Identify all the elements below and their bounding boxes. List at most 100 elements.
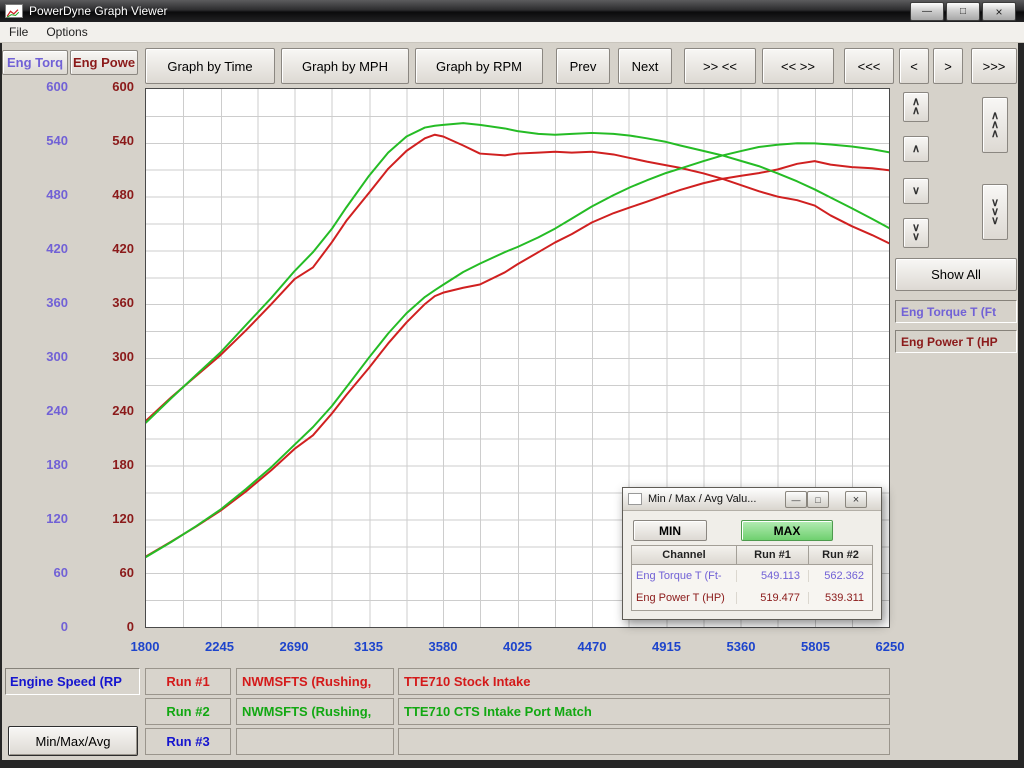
- y-tick-torque: 240: [4, 403, 68, 418]
- x-tick: 6250: [853, 639, 927, 654]
- y-tick-torque: 480: [4, 187, 68, 202]
- minmax-close-icon[interactable]: ×: [845, 491, 867, 508]
- y-tick-torque: 180: [4, 457, 68, 472]
- tab-eng-power[interactable]: Eng Powe: [70, 50, 138, 75]
- run-source: NWMSFTS (Rushing,: [236, 698, 394, 725]
- minmax-title-bar[interactable]: Min / Max / Avg Valu... — □ ×: [623, 488, 881, 511]
- graph-by-rpm-button[interactable]: Graph by RPM: [415, 48, 543, 84]
- power-scale-down-button[interactable]: ∨ ∨ ∨: [982, 184, 1008, 240]
- y-tick-torque: 360: [4, 295, 68, 310]
- run-label[interactable]: Run #3: [145, 728, 231, 755]
- x-tick: 2245: [183, 639, 257, 654]
- step-forward-button[interactable]: >: [933, 48, 963, 84]
- minmax-window-icon: [628, 493, 642, 505]
- y-tick-power: 300: [76, 349, 134, 364]
- minmax-run2-value: 562.362: [808, 570, 872, 582]
- minmax-table: Channel Run #1 Run #2 Eng Torque T (Ft-5…: [631, 545, 873, 611]
- minimize-icon[interactable]: —: [910, 2, 944, 21]
- minmax-minimize-icon[interactable]: —: [785, 491, 807, 508]
- window-title: PowerDyne Graph Viewer: [29, 4, 168, 18]
- x-tick: 3135: [332, 639, 406, 654]
- graph-by-mph-button[interactable]: Graph by MPH: [281, 48, 409, 84]
- y-tick-power: 240: [76, 403, 134, 418]
- step-back-button[interactable]: <: [899, 48, 929, 84]
- run-desc: TTE710 Stock Intake: [398, 668, 890, 695]
- y-tick-torque: 60: [4, 565, 68, 580]
- window-frame-bottom: [0, 760, 1024, 768]
- next-button[interactable]: Next: [618, 48, 672, 84]
- legend-eng-power[interactable]: Eng Power T (HP: [895, 330, 1017, 353]
- minmax-table-row: Eng Power T (HP)519.477539.311: [632, 587, 872, 609]
- app-icon: [5, 4, 23, 18]
- minmax-run2-value: 539.311: [808, 592, 872, 604]
- column-run2: Run #2: [808, 546, 872, 564]
- x-tick: 2690: [257, 639, 331, 654]
- minmax-table-header: Channel Run #1 Run #2: [632, 546, 872, 565]
- x-channel-button[interactable]: Engine Speed (RP: [5, 668, 140, 695]
- menu-bar: File Options: [0, 22, 1024, 43]
- y-tick-power: 180: [76, 457, 134, 472]
- y-tick-power: 360: [76, 295, 134, 310]
- y-tick-torque: 120: [4, 511, 68, 526]
- tab-eng-torque[interactable]: Eng Torq: [2, 50, 68, 75]
- x-tick: 4025: [481, 639, 555, 654]
- maximize-icon[interactable]: □: [946, 2, 980, 21]
- run-desc: [398, 728, 890, 755]
- x-tick: 4470: [555, 639, 629, 654]
- title-bar[interactable]: PowerDyne Graph Viewer — □ ×: [0, 0, 1024, 22]
- run-label[interactable]: Run #2: [145, 698, 231, 725]
- minmax-avg-button[interactable]: Min/Max/Avg: [8, 726, 138, 756]
- min-button[interactable]: MIN: [633, 520, 707, 541]
- y-tick-power: 0: [76, 619, 134, 634]
- legend-eng-torque[interactable]: Eng Torque T (Ft: [895, 300, 1017, 323]
- y-tick-torque: 600: [4, 79, 68, 94]
- torque-scale-up-button[interactable]: ∧: [903, 136, 929, 162]
- prev-button[interactable]: Prev: [556, 48, 610, 84]
- torque-scale-up-fast-button[interactable]: ∧ ∧: [903, 92, 929, 122]
- y-tick-torque: 300: [4, 349, 68, 364]
- minmax-restore-icon[interactable]: □: [807, 491, 829, 508]
- x-tick: 3580: [406, 639, 480, 654]
- window-controls: — □ ×: [910, 2, 1016, 21]
- x-tick: 1800: [108, 639, 182, 654]
- y-tick-power: 420: [76, 241, 134, 256]
- y-tick-power: 120: [76, 511, 134, 526]
- x-tick: 5360: [704, 639, 778, 654]
- y-tick-power: 480: [76, 187, 134, 202]
- column-run1: Run #1: [736, 546, 808, 564]
- y-tick-torque: 0: [4, 619, 68, 634]
- y-tick-torque: 540: [4, 133, 68, 148]
- close-icon[interactable]: ×: [982, 2, 1016, 21]
- window-frame-left: [0, 0, 2, 768]
- minmax-window-title: Min / Max / Avg Valu...: [648, 493, 756, 505]
- rewind-button[interactable]: <<<: [844, 48, 894, 84]
- menu-options[interactable]: Options: [37, 23, 96, 41]
- zoom-in-button[interactable]: >> <<: [684, 48, 756, 84]
- power-scale-up-button[interactable]: ∧ ∧ ∧: [982, 97, 1008, 153]
- powerdyne-window: PowerDyne Graph Viewer — □ × File Option…: [0, 0, 1024, 768]
- zoom-out-button[interactable]: << >>: [762, 48, 834, 84]
- minmax-run1-value: 519.477: [736, 592, 808, 604]
- minmax-channel-label: Eng Power T (HP): [632, 592, 736, 604]
- graph-by-time-button[interactable]: Graph by Time: [145, 48, 275, 84]
- menu-file[interactable]: File: [0, 23, 37, 41]
- run-source: [236, 728, 394, 755]
- run-desc: TTE710 CTS Intake Port Match: [398, 698, 890, 725]
- column-channel: Channel: [632, 546, 736, 564]
- y-tick-power: 60: [76, 565, 134, 580]
- y-tick-torque: 420: [4, 241, 68, 256]
- run-source: NWMSFTS (Rushing,: [236, 668, 394, 695]
- max-button[interactable]: MAX: [741, 520, 833, 541]
- run-label[interactable]: Run #1: [145, 668, 231, 695]
- x-tick: 5805: [779, 639, 853, 654]
- minmax-table-row: Eng Torque T (Ft-549.113562.362: [632, 565, 872, 587]
- fast-forward-button[interactable]: >>>: [971, 48, 1017, 84]
- show-all-button[interactable]: Show All: [895, 258, 1017, 291]
- minmax-channel-label: Eng Torque T (Ft-: [632, 570, 736, 582]
- minmax-window: Min / Max / Avg Valu... — □ × MIN MAX Ch…: [622, 487, 882, 620]
- y-tick-power: 600: [76, 79, 134, 94]
- x-tick: 4915: [630, 639, 704, 654]
- torque-scale-down-fast-button[interactable]: ∨ ∨: [903, 218, 929, 248]
- torque-scale-down-button[interactable]: ∨: [903, 178, 929, 204]
- window-frame-right: [1018, 0, 1024, 768]
